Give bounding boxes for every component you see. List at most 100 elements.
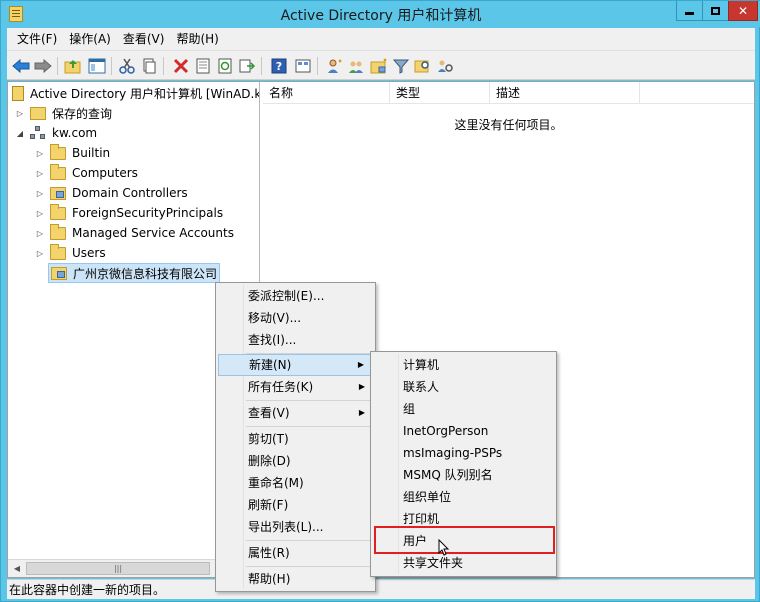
submenu-arrow-icon: ▶ [358,382,365,391]
add-user-icon[interactable] [325,56,345,76]
menu-item-rename[interactable]: 重命名(M) [218,472,373,494]
submenu-item-inetorgperson[interactable]: InetOrgPerson [373,420,554,442]
minimize-button[interactable] [676,1,703,21]
export-icon[interactable] [237,56,257,76]
tree-item-domain-controllers[interactable]: ▷ Domain Controllers [34,183,188,203]
close-icon: ✕ [737,3,749,18]
menu-item-delete[interactable]: 删除(D) [218,450,373,472]
menu-item-move[interactable]: 移动(V)... [218,307,373,329]
copy-icon[interactable] [139,56,159,76]
menu-item-refresh[interactable]: 刷新(F) [218,494,373,516]
folder-icon [50,243,66,260]
highlight-box [374,526,555,554]
tree-item-saved-queries[interactable]: ▷ 保存的查询 [14,103,112,123]
expand-arrow-icon[interactable]: ▷ [34,149,46,158]
maximize-button[interactable] [702,1,729,21]
ou-icon [51,266,67,280]
menu-item-label: 新建(N) [249,358,292,372]
filter-icon[interactable] [391,56,411,76]
tree-item-label: ForeignSecurityPrincipals [72,206,224,220]
submenu-item-group[interactable]: 组 [373,398,554,420]
tree-root[interactable]: Active Directory 用户和计算机 [WinAD.k [12,83,260,103]
cut-icon[interactable] [117,56,137,76]
menu-item-export[interactable]: 导出列表(L)... [218,516,373,538]
expand-arrow-icon[interactable]: ▷ [34,189,46,198]
context-menu: 委派控制(E)... 移动(V)... 查找(I)... 新建(N) ▶ 所有任… [215,282,376,592]
svg-text:?: ? [276,60,282,73]
menu-item-view[interactable]: 查看(V) ▶ [218,402,373,424]
folder-icon [50,143,66,160]
tree-item-builtin[interactable]: ▷ Builtin [34,143,110,163]
refresh-icon[interactable] [215,56,235,76]
menu-item-new[interactable]: 新建(N) ▶ [218,354,373,376]
tree-item-label: Computers [72,166,138,180]
tree-item-label: Domain Controllers [72,186,188,200]
ou-icon [50,186,66,200]
column-description[interactable]: 描述 [490,82,640,104]
tree-item-foreign-security[interactable]: ▷ ForeignSecurityPrincipals [34,203,223,223]
submenu-item-msmq[interactable]: MSMQ 队列别名 [373,464,554,486]
submenu-item-ou[interactable]: 组织单位 [373,486,554,508]
back-icon[interactable] [11,56,31,76]
expand-arrow-icon[interactable]: ▷ [34,229,46,238]
status-bar: 在此容器中创建一新的项目。 [7,579,755,599]
close-button[interactable]: ✕ [728,1,758,21]
domain-icon [30,126,46,140]
menu-item-find[interactable]: 查找(I)... [218,329,373,351]
up-folder-icon[interactable] [63,56,83,76]
title-bar: Active Directory 用户和计算机 ✕ [1,1,760,27]
folder-icon [50,223,66,240]
delegate-icon[interactable] [435,56,455,76]
tree-item-domain[interactable]: ◢ kw.com [14,123,97,143]
tree-item-selected-ou[interactable]: 广州京微信息科技有限公司 [48,263,221,283]
folder-icon [50,163,66,180]
empty-message: 这里没有任何项目。 [454,118,563,132]
tree-item-computers[interactable]: ▷ Computers [34,163,138,183]
menu-item-label: 查看(V) [248,406,290,420]
menu-item-cut[interactable]: 剪切(T) [218,428,373,450]
forward-icon[interactable] [33,56,53,76]
menu-item-delegate[interactable]: 委派控制(E)... [218,285,373,307]
menu-item-help[interactable]: 帮助(H) [218,568,373,590]
menu-action[interactable]: 操作(A) [63,28,117,50]
menu-item-label: 所有任务(K) [248,380,314,394]
tree-item-label: 保存的查询 [52,106,113,121]
collapse-arrow-icon[interactable]: ◢ [14,129,26,138]
column-type[interactable]: 类型 [390,82,490,104]
expand-arrow-icon[interactable]: ▷ [14,109,26,118]
add-group-icon[interactable] [347,56,367,76]
tree-item-managed-service[interactable]: ▷ Managed Service Accounts [34,223,234,243]
tree-item-users[interactable]: ▷ Users [34,243,106,263]
view-icon[interactable] [293,56,313,76]
expand-arrow-icon[interactable]: ▷ [34,249,46,258]
help-icon[interactable]: ? [269,56,289,76]
maximize-icon [711,6,720,15]
ad-console-icon [12,85,24,101]
submenu-item-shared-folder[interactable]: 共享文件夹 [373,552,554,574]
submenu-item-msimaging[interactable]: msImaging-PSPs [373,442,554,464]
tree-root-label: Active Directory 用户和计算机 [WinAD.k [30,86,260,101]
find-icon[interactable] [413,56,433,76]
submenu-arrow-icon: ▶ [357,360,364,369]
menu-view[interactable]: 查看(V) [117,28,171,50]
submenu-item-contact[interactable]: 联系人 [373,376,554,398]
menu-file[interactable]: 文件(F) [11,28,63,50]
folder-icon [50,203,66,220]
properties-icon[interactable] [193,56,213,76]
mouse-cursor-icon [438,539,450,556]
menu-bar: 文件(F) 操作(A) 查看(V) 帮助(H) [7,28,755,50]
column-name[interactable]: 名称 [263,82,390,104]
scroll-left-icon[interactable]: ◀ [9,562,25,576]
scroll-thumb[interactable]: ||| [26,562,210,575]
saved-queries-icon [30,106,46,120]
app-window: Active Directory 用户和计算机 ✕ 文件(F) 操作(A) 查看… [0,0,760,602]
expand-arrow-icon[interactable]: ▷ [34,209,46,218]
menu-help[interactable]: 帮助(H) [170,28,224,50]
expand-arrow-icon[interactable]: ▷ [34,169,46,178]
add-ou-icon[interactable] [369,56,389,76]
delete-icon[interactable] [171,56,191,76]
show-tree-icon[interactable] [87,56,107,76]
menu-item-properties[interactable]: 属性(R) [218,542,373,564]
menu-item-all-tasks[interactable]: 所有任务(K) ▶ [218,376,373,398]
submenu-item-computer[interactable]: 计算机 [373,354,554,376]
